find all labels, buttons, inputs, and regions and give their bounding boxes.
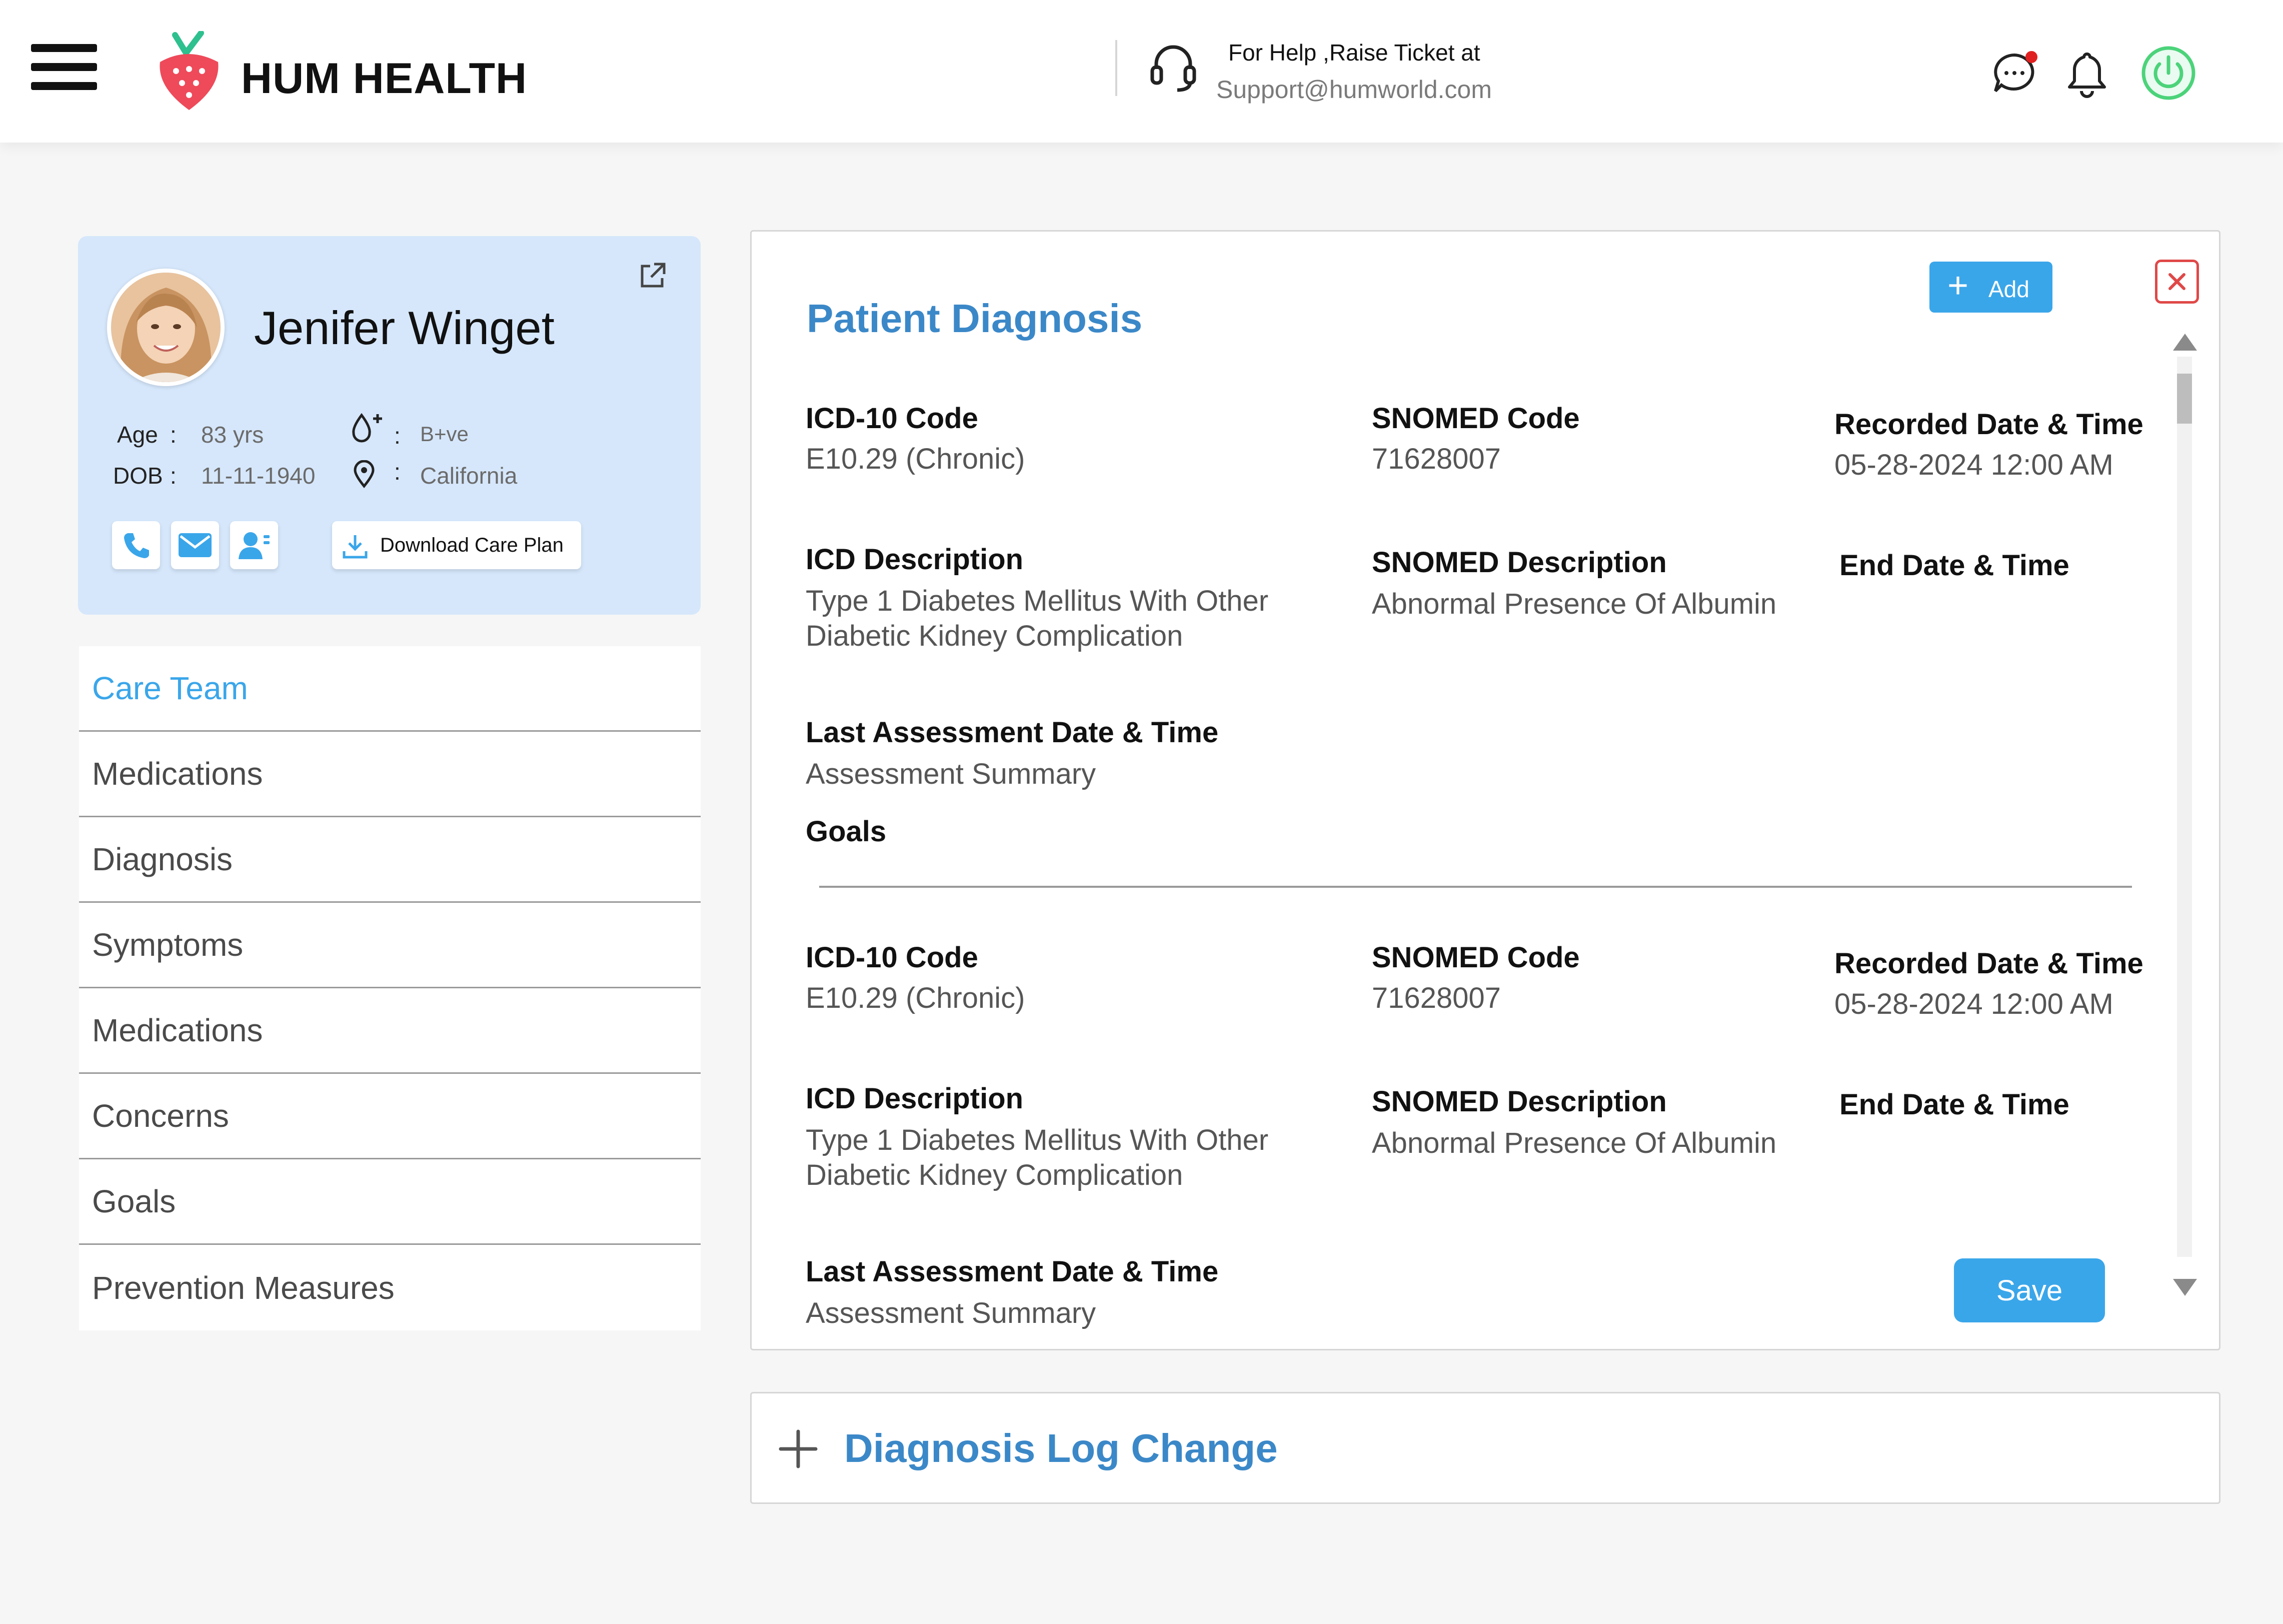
icd-code-label: ICD-10 Code	[806, 941, 978, 974]
help-text: For Help ,Raise Ticket at	[1228, 40, 1480, 66]
snomed-code-label: SNOMED Code	[1372, 402, 1580, 435]
patient-diagnosis-panel: Patient Diagnosis + Add ICD-10 Code E10.…	[750, 230, 2220, 1350]
menu-item-care-team[interactable]: Care Team	[79, 646, 701, 732]
end-date-label: End Date & Time	[1839, 1088, 2069, 1121]
assessment-summary-value: Assessment Summary	[806, 1297, 1096, 1329]
close-button[interactable]	[2155, 260, 2199, 304]
age-colon: :	[170, 422, 177, 448]
snomed-code-value: 71628007	[1372, 982, 1501, 1014]
menu-item-prevention-measures[interactable]: Prevention Measures	[79, 1245, 701, 1330]
icd-description-line2: Diabetic Kidney Complication	[806, 1159, 1183, 1191]
dob-label: DOB	[113, 463, 163, 489]
menu-item-symptoms[interactable]: Symptoms	[79, 903, 701, 988]
plus-icon: +	[1947, 266, 1969, 306]
scrollbar-track[interactable]	[2177, 357, 2192, 1257]
power-icon[interactable]	[2140, 45, 2196, 101]
icd-description-line1: Type 1 Diabetes Mellitus With Other	[806, 585, 1269, 617]
recorded-date-label: Recorded Date & Time	[1834, 408, 2143, 441]
brand-name: HUM HEALTH	[241, 55, 528, 103]
header-divider	[1115, 40, 1117, 96]
menu-item-concerns[interactable]: Concerns	[79, 1074, 701, 1159]
panel-title: Patient Diagnosis	[807, 296, 1143, 341]
last-assessment-label: Last Assessment Date & Time	[806, 716, 1219, 749]
end-date-label: End Date & Time	[1839, 549, 2069, 582]
last-assessment-label: Last Assessment Date & Time	[806, 1255, 1219, 1288]
top-header: HUM HEALTH For Help ,Raise Ticket at Sup…	[0, 0, 2283, 143]
patient-name: Jenifer Winget	[254, 302, 555, 354]
location-value: California	[420, 463, 518, 489]
headset-icon	[1150, 45, 1196, 92]
age-label: Age	[117, 422, 158, 448]
dob-colon: :	[170, 463, 177, 489]
avatar	[107, 269, 225, 386]
age-value: 83 yrs	[201, 422, 264, 448]
scroll-down-arrow-icon[interactable]	[2173, 1279, 2197, 1296]
icd-description-line1: Type 1 Diabetes Mellitus With Other	[806, 1124, 1269, 1156]
entry-divider	[819, 886, 2132, 888]
menu-item-goals[interactable]: Goals	[79, 1159, 701, 1245]
blood-drop-icon	[352, 413, 382, 443]
blood-colon: :	[394, 423, 401, 449]
recorded-date-value: 05-28-2024 12:00 AM	[1834, 988, 2113, 1020]
save-button[interactable]: Save	[1954, 1258, 2105, 1322]
blood-group-value: B+ve	[420, 422, 469, 446]
scrollbar-thumb[interactable]	[2177, 374, 2192, 424]
email-button[interactable]	[171, 521, 219, 569]
download-care-plan-button[interactable]: Download Care Plan	[332, 521, 581, 569]
side-menu: Care Team Medications Diagnosis Symptoms…	[79, 646, 701, 1330]
icd-code-label: ICD-10 Code	[806, 402, 978, 435]
menu-item-medications-2[interactable]: Medications	[79, 988, 701, 1074]
notification-dot	[2025, 51, 2037, 63]
snomed-description-value: Abnormal Presence Of Albumin	[1372, 1127, 1777, 1159]
support-email-link[interactable]: Support@humworld.com	[1216, 75, 1492, 104]
contact-icon	[239, 532, 270, 559]
icd-description-label: ICD Description	[806, 543, 1024, 576]
add-button[interactable]: + Add	[1929, 262, 2052, 313]
snomed-description-label: SNOMED Description	[1372, 546, 1667, 579]
download-care-plan-label: Download Care Plan	[380, 534, 564, 556]
download-icon	[343, 535, 368, 559]
location-colon: :	[394, 459, 401, 485]
menu-icon[interactable]	[31, 44, 97, 90]
diagnosis-log-change-panel[interactable]: Diagnosis Log Change	[750, 1392, 2220, 1504]
location-pin-icon	[354, 460, 375, 488]
snomed-description-value: Abnormal Presence Of Albumin	[1372, 588, 1777, 620]
snomed-code-value: 71628007	[1372, 443, 1501, 475]
assessment-summary-value: Assessment Summary	[806, 758, 1096, 790]
log-change-title: Diagnosis Log Change	[844, 1426, 1278, 1470]
phone-icon	[124, 533, 149, 558]
contact-button[interactable]	[230, 521, 278, 569]
menu-item-diagnosis[interactable]: Diagnosis	[79, 817, 701, 903]
icd-code-value: E10.29 (Chronic)	[806, 443, 1025, 475]
bell-icon[interactable]	[2064, 50, 2109, 98]
dob-value: 11-11-1940	[201, 463, 316, 489]
snomed-code-label: SNOMED Code	[1372, 941, 1580, 974]
goals-label: Goals	[806, 815, 887, 848]
close-icon	[2168, 273, 2185, 290]
icd-code-value: E10.29 (Chronic)	[806, 982, 1025, 1014]
icd-description-label: ICD Description	[806, 1082, 1024, 1115]
icd-description-line2: Diabetic Kidney Complication	[806, 620, 1183, 652]
recorded-date-value: 05-28-2024 12:00 AM	[1834, 449, 2113, 481]
menu-item-medications[interactable]: Medications	[79, 732, 701, 817]
mail-icon	[179, 533, 212, 557]
add-label: Add	[1988, 276, 2029, 302]
expand-plus-icon[interactable]	[778, 1428, 819, 1469]
chat-icon[interactable]	[1991, 50, 2039, 95]
scroll-up-arrow-icon[interactable]	[2173, 334, 2197, 351]
snomed-description-label: SNOMED Description	[1372, 1085, 1667, 1118]
patient-card: Jenifer Winget Age : 83 yrs DOB : 11-11-…	[78, 236, 701, 615]
external-link-icon[interactable]	[637, 261, 667, 291]
strawberry-logo-icon	[160, 31, 219, 110]
recorded-date-label: Recorded Date & Time	[1834, 947, 2143, 980]
call-button[interactable]	[112, 521, 160, 569]
